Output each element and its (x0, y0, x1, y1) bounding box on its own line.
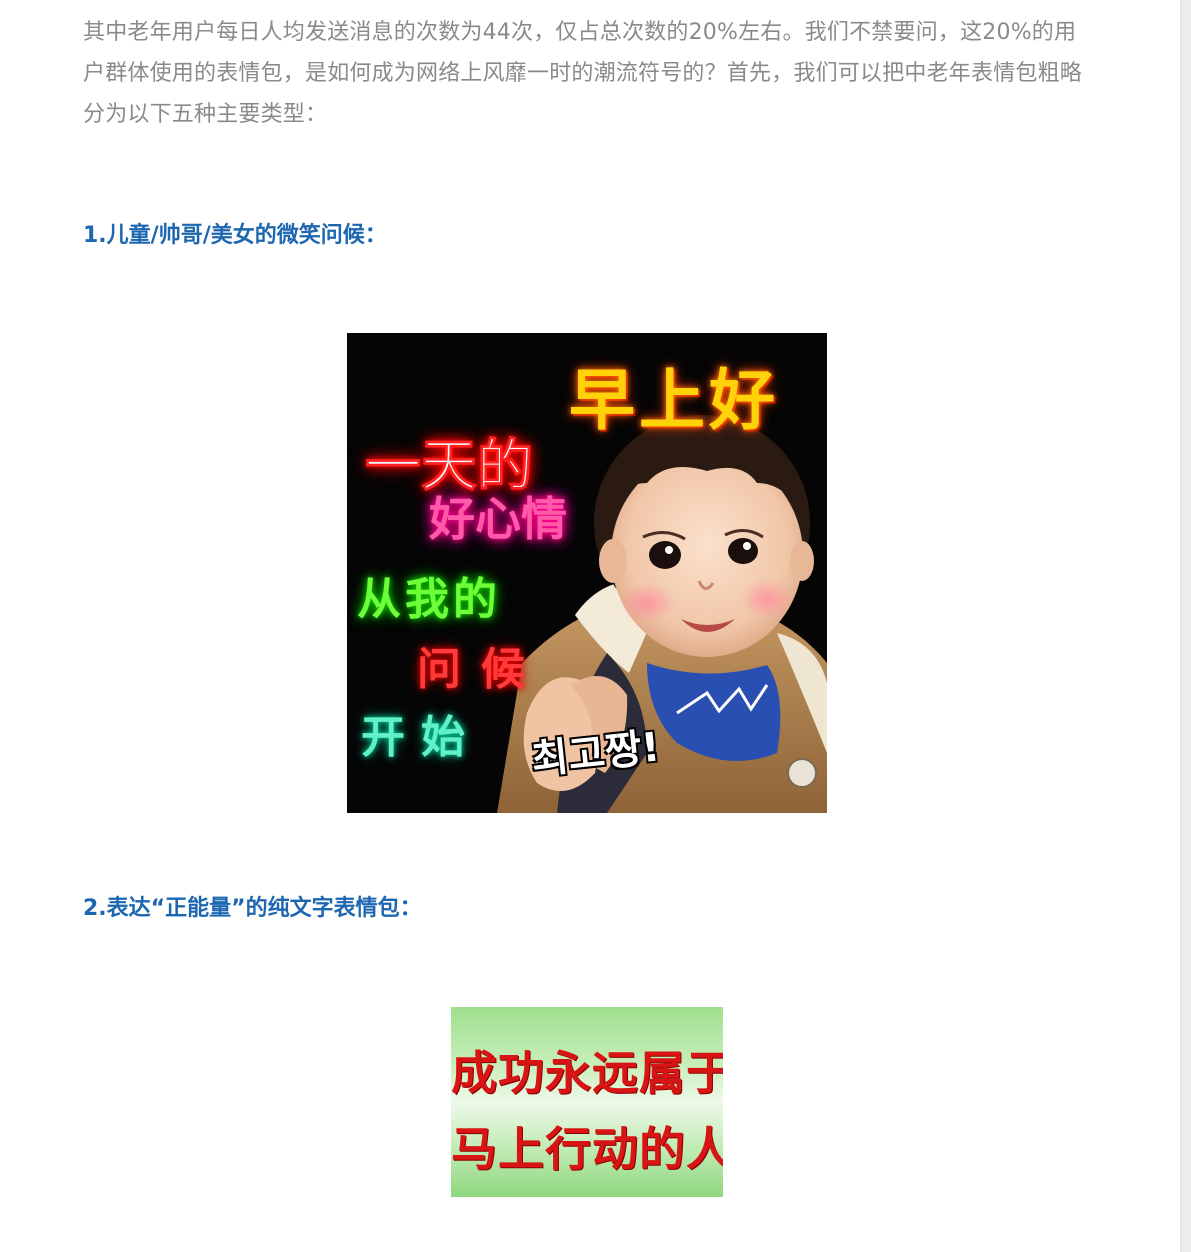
section-heading-smile-greetings: 1.儿童/帅哥/美女的微笑问候： (83, 223, 387, 248)
neon-text-from-my: 从我的 (357, 574, 501, 625)
positive-energy-text-meme-image: 成功永远属于 马上行动的人 (451, 1007, 723, 1197)
intro-paragraph: 其中老年用户每日人均发送消息的次数为44次，仅占总次数的20%左右。我们不禁要问… (83, 20, 1083, 127)
meme-text-line-1: 成功永远属于 (451, 1046, 723, 1100)
neon-text-good-mood: 好心情 (429, 492, 567, 546)
neon-text-good-morning: 早上好 (569, 361, 779, 439)
neon-text-greeting: 问候 (417, 644, 545, 695)
good-morning-meme-image: 早上好 一天的 好心情 从我的 问候 开始 최고짱! (347, 333, 827, 813)
scrollbar-track[interactable] (1180, 0, 1191, 1252)
neon-text-start: 开始 (361, 712, 481, 763)
section-heading-positive-energy: 2.表达“正能量”的纯文字表情包： (83, 896, 422, 921)
meme-text-line-2: 马上行动的人 (451, 1122, 723, 1176)
